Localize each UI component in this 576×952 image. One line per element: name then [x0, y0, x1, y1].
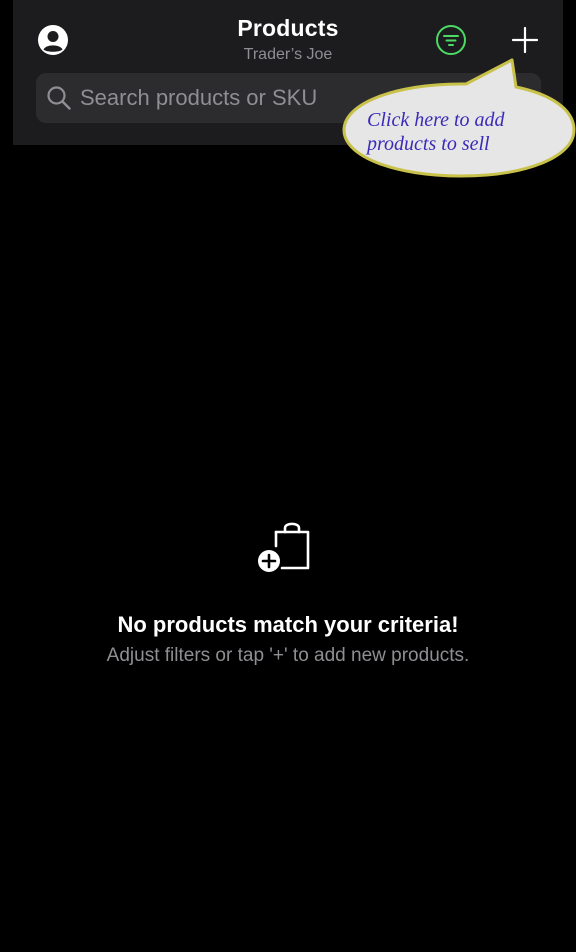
products-screen: Products Trader’s Joe Click here to add …	[0, 0, 576, 952]
callout-line-2: products to sell	[367, 133, 490, 155]
empty-state-subtitle: Adjust filters or tap '+' to add new pro…	[106, 645, 470, 666]
empty-state-icon-wrap	[256, 520, 314, 576]
search-input[interactable]	[78, 73, 380, 123]
empty-state-title: No products match your criteria!	[117, 612, 459, 637]
filter-button[interactable]	[435, 24, 467, 56]
page-title: Products	[237, 15, 339, 41]
callout-text: Click here to add products to sell	[367, 108, 567, 156]
add-bag-icon	[258, 522, 310, 572]
filter-icon	[436, 25, 466, 55]
person-circle-icon	[38, 25, 68, 55]
callout-line-1: Click here to add	[367, 109, 505, 131]
search-icon	[47, 86, 71, 110]
add-product-button[interactable]	[510, 25, 540, 55]
profile-button[interactable]	[37, 24, 69, 56]
plus-icon	[511, 26, 539, 54]
